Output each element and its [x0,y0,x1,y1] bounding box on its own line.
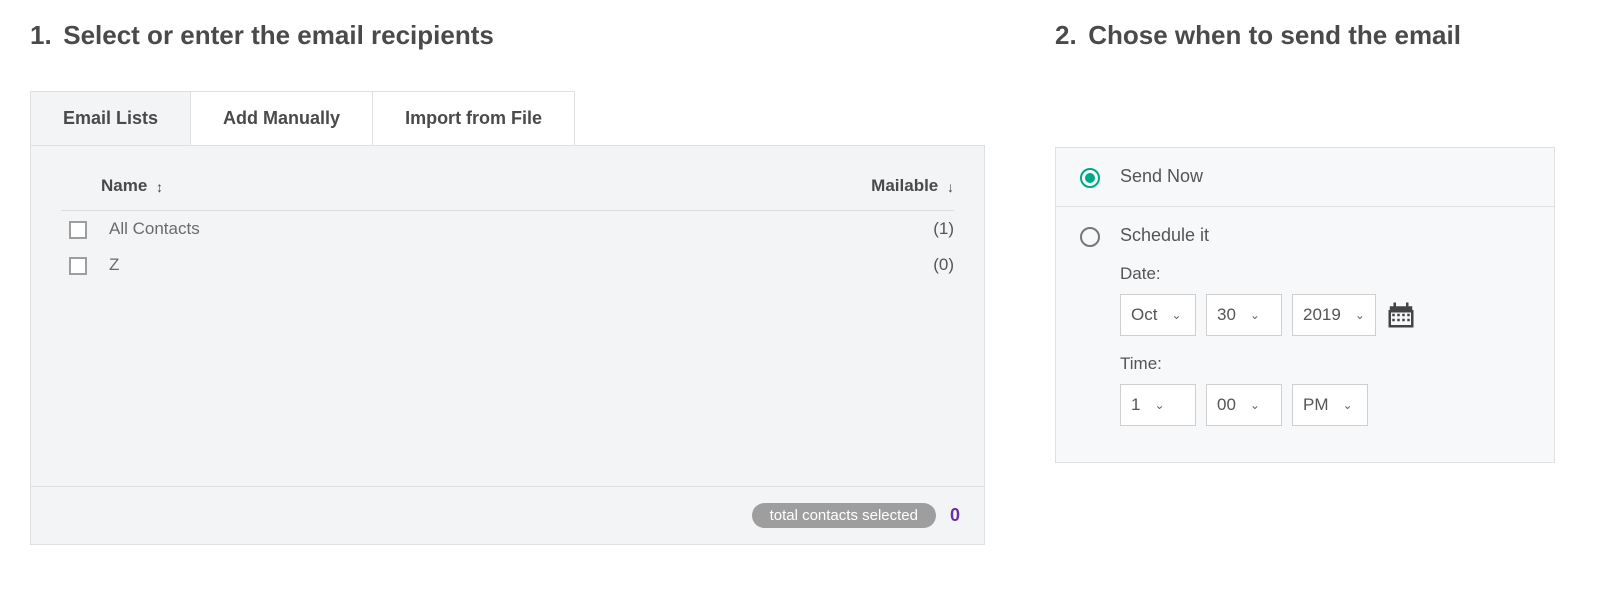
row-mailable: (0) [562,247,954,283]
calendar-icon[interactable] [1386,300,1416,330]
column-header-mailable[interactable]: Mailable ↓ [562,166,954,211]
year-value: 2019 [1303,305,1341,325]
table-row: Z (0) [61,247,954,283]
table-row: All Contacts (1) [61,211,954,248]
row-checkbox[interactable] [69,221,87,239]
option-send-now-label: Send Now [1120,166,1203,187]
chevron-down-icon: ⌄ [1171,308,1181,322]
chevron-down-icon: ⌄ [1355,308,1365,322]
hour-select[interactable]: 1 ⌄ [1120,384,1196,426]
option-schedule[interactable]: Schedule it Date: Oct ⌄ 30 ⌄ 2019 [1056,207,1554,462]
day-select[interactable]: 30 ⌄ [1206,294,1282,336]
date-label: Date: [1120,264,1530,284]
send-panel: Send Now Schedule it Date: Oct ⌄ 30 ⌄ [1055,147,1555,463]
step2-title: 2. Chose when to send the email [1055,20,1555,51]
tab-email-lists[interactable]: Email Lists [31,92,191,145]
step1-title: 1. Select or enter the email recipients [30,20,985,51]
column-header-name-label: Name [101,176,147,195]
step1-number: 1. [30,20,56,51]
column-header-name[interactable]: Name ↕ [101,166,562,211]
year-select[interactable]: 2019 ⌄ [1292,294,1376,336]
ampm-select[interactable]: PM ⌄ [1292,384,1368,426]
month-value: Oct [1131,305,1157,325]
email-lists-panel: Name ↕ Mailable ↓ All Contacts [30,145,985,545]
minute-value: 00 [1217,395,1236,415]
step1-text: Select or enter the email recipients [63,20,494,50]
selection-footer: total contacts selected 0 [31,486,984,544]
total-selected-count: 0 [950,505,960,526]
option-schedule-label: Schedule it [1120,225,1530,246]
radio-send-now[interactable] [1080,168,1100,188]
sort-desc-icon: ↓ [947,179,954,195]
tab-add-manually[interactable]: Add Manually [191,92,373,145]
ampm-value: PM [1303,395,1329,415]
row-mailable: (1) [562,211,954,248]
row-checkbox[interactable] [69,257,87,275]
row-name: Z [101,247,562,283]
column-header-mailable-label: Mailable [871,176,938,195]
email-lists-table: Name ↕ Mailable ↓ All Contacts [61,166,954,283]
chevron-down-icon: ⌄ [1154,398,1164,412]
chevron-down-icon: ⌄ [1343,398,1353,412]
step2-number: 2. [1055,20,1081,51]
chevron-down-icon: ⌄ [1250,398,1260,412]
hour-value: 1 [1131,395,1140,415]
total-selected-pill: total contacts selected [752,503,936,528]
recipient-tabs: Email Lists Add Manually Import from Fil… [30,91,575,145]
radio-schedule[interactable] [1080,227,1100,247]
minute-select[interactable]: 00 ⌄ [1206,384,1282,426]
day-value: 30 [1217,305,1236,325]
step2-text: Chose when to send the email [1088,20,1461,50]
option-send-now[interactable]: Send Now [1056,148,1554,207]
month-select[interactable]: Oct ⌄ [1120,294,1196,336]
tab-import-from-file[interactable]: Import from File [373,92,574,145]
chevron-down-icon: ⌄ [1250,308,1260,322]
sort-both-icon: ↕ [156,179,163,195]
row-name: All Contacts [101,211,562,248]
time-label: Time: [1120,354,1530,374]
